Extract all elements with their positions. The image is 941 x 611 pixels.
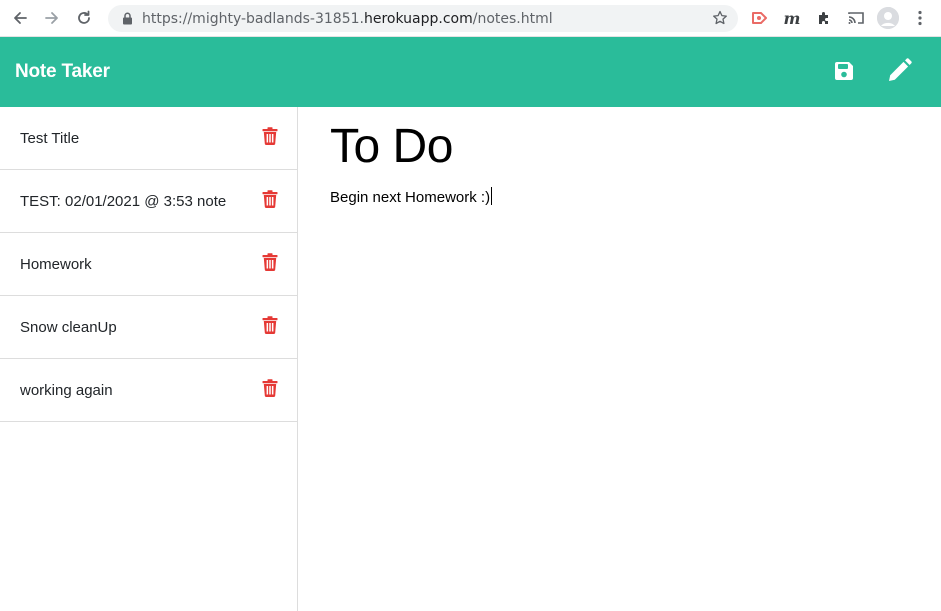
trash-icon[interactable] [262, 316, 278, 334]
cast-icon[interactable] [844, 6, 868, 30]
app-navbar: Note Taker [0, 37, 941, 107]
note-title[interactable]: Homework [20, 256, 92, 273]
url-host: herokuapp.com [363, 10, 473, 27]
app-title[interactable]: Note Taker [15, 61, 110, 83]
forward-arrow-icon[interactable] [38, 4, 66, 32]
puzzle-icon[interactable] [812, 6, 836, 30]
list-item[interactable]: Snow cleanUp [0, 296, 297, 359]
text-caret [491, 187, 493, 205]
menu-dots-icon[interactable] [908, 6, 932, 30]
extension-m-icon[interactable]: m [780, 6, 804, 30]
extensions-area: m [748, 6, 932, 30]
extension-red-icon[interactable] [748, 6, 772, 30]
profile-icon[interactable] [876, 6, 900, 30]
back-arrow-icon[interactable] [6, 4, 34, 32]
url-text: https://mighty-badlands-31851.herokuapp.… [142, 11, 553, 27]
url-path: /notes.html [472, 10, 553, 27]
note-title-input[interactable]: To Do [330, 119, 453, 174]
nav-buttons [6, 4, 98, 32]
note-text: Begin next Homework :) [330, 189, 491, 206]
browser-toolbar: https://mighty-badlands-31851.herokuapp.… [0, 0, 941, 37]
note-title[interactable]: TEST: 02/01/2021 @ 3:53 note [20, 193, 226, 210]
save-icon[interactable] [830, 57, 858, 85]
trash-icon[interactable] [262, 127, 278, 145]
url-prefix: https://mighty-badlands-31851. [142, 10, 364, 27]
note-text-area[interactable]: Begin next Homework :) [330, 187, 493, 206]
avatar [877, 7, 899, 29]
address-bar[interactable]: https://mighty-badlands-31851.herokuapp.… [108, 5, 738, 32]
list-item[interactable]: TEST: 02/01/2021 @ 3:53 note [0, 170, 297, 233]
trash-icon[interactable] [262, 190, 278, 208]
extension-m-label: m [783, 8, 801, 28]
pencil-icon[interactable] [885, 57, 913, 85]
trash-icon[interactable] [262, 253, 278, 271]
note-editor: To Do Begin next Homework :) [298, 107, 941, 611]
list-item[interactable]: working again [0, 359, 297, 422]
note-title[interactable]: working again [20, 382, 113, 399]
notes-list: Test Title TEST: 02/01/2021 @ 3:53 note … [0, 107, 298, 611]
trash-icon[interactable] [262, 379, 278, 397]
star-icon[interactable] [712, 10, 728, 26]
lock-icon[interactable] [120, 12, 134, 26]
reload-icon[interactable] [70, 4, 98, 32]
note-title[interactable]: Snow cleanUp [20, 319, 117, 336]
list-item[interactable]: Homework [0, 233, 297, 296]
note-title[interactable]: Test Title [20, 130, 79, 147]
list-item[interactable]: Test Title [0, 107, 297, 170]
